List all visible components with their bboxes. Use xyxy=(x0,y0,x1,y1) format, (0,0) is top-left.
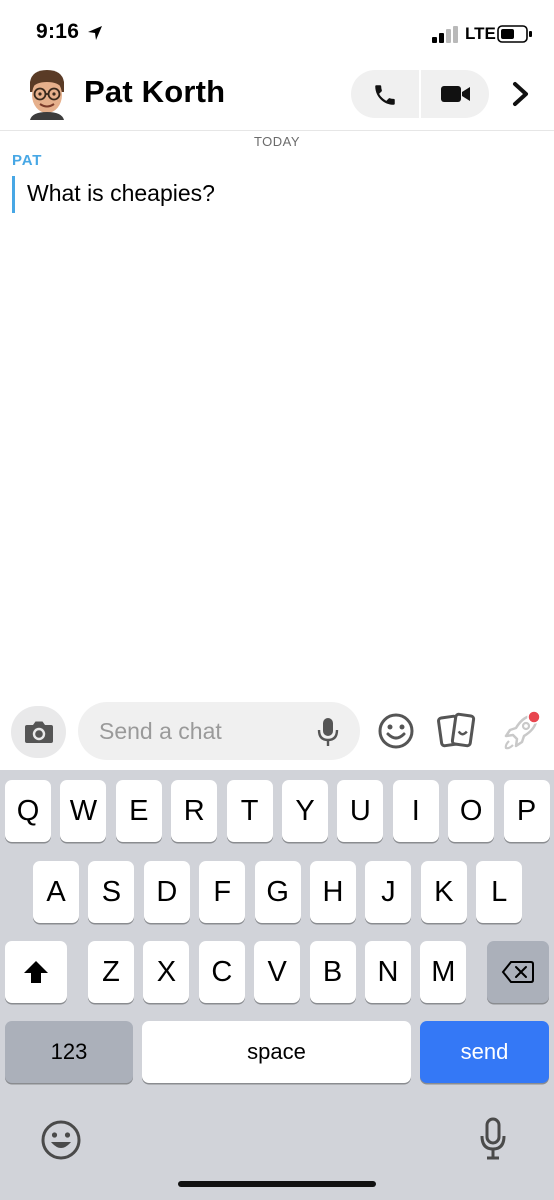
chevron-right-icon[interactable] xyxy=(506,78,536,110)
call-button-group xyxy=(351,70,489,118)
voice-call-button[interactable] xyxy=(351,70,419,118)
phone-icon xyxy=(375,85,395,105)
status-time: 9:16 xyxy=(36,20,80,43)
key-x[interactable]: X xyxy=(143,941,190,1003)
key-i[interactable]: I xyxy=(392,780,439,842)
rocket-icon[interactable] xyxy=(498,708,544,754)
key-q[interactable]: Q xyxy=(5,780,51,842)
key-s[interactable]: S xyxy=(88,861,135,923)
key-b[interactable]: B xyxy=(309,941,356,1003)
chat-input-placeholder: Send a chat xyxy=(99,718,222,744)
video-camera-icon xyxy=(441,86,470,102)
message-accent-bar xyxy=(12,176,15,213)
key-u[interactable]: U xyxy=(337,780,384,842)
key-r[interactable]: R xyxy=(171,780,218,842)
dictation-button[interactable] xyxy=(478,1117,508,1161)
date-divider: TODAY xyxy=(253,134,301,149)
numbers-key[interactable]: 123 xyxy=(5,1021,133,1083)
cards-icon[interactable] xyxy=(436,710,478,752)
key-f[interactable]: F xyxy=(199,861,246,923)
key-l[interactable]: L xyxy=(476,861,523,923)
chat-input[interactable]: Send a chat xyxy=(78,702,360,760)
key-c[interactable]: C xyxy=(198,941,245,1003)
send-key[interactable]: send xyxy=(420,1021,549,1083)
signal-icon xyxy=(432,26,458,43)
status-bar: 9:16 LTE xyxy=(0,0,554,62)
keyboard: Q W E R T Y U I O P A S D F G H J K L Z X C V B N M 123 space send xyxy=(0,770,554,1200)
camera-icon xyxy=(25,721,53,743)
key-d[interactable]: D xyxy=(143,861,190,923)
key-o[interactable]: O xyxy=(448,780,495,842)
key-m[interactable]: M xyxy=(420,941,467,1003)
key-t[interactable]: T xyxy=(226,780,273,842)
avatar[interactable] xyxy=(24,68,70,120)
network-type: LTE xyxy=(465,24,496,43)
key-w[interactable]: W xyxy=(60,780,107,842)
camera-button[interactable] xyxy=(11,706,66,758)
key-v[interactable]: V xyxy=(254,941,301,1003)
key-p[interactable]: P xyxy=(503,780,550,842)
key-z[interactable]: Z xyxy=(88,941,134,1003)
keyboard-emoji-button[interactable] xyxy=(40,1119,82,1161)
shift-key[interactable] xyxy=(5,941,67,1003)
key-n[interactable]: N xyxy=(365,941,411,1003)
message-text[interactable]: What is cheapies? xyxy=(27,180,215,207)
key-h[interactable]: H xyxy=(310,861,356,923)
key-j[interactable]: J xyxy=(365,861,412,923)
shift-icon xyxy=(24,961,48,983)
key-a[interactable]: A xyxy=(33,861,79,923)
chat-input-bar: Send a chat xyxy=(0,694,554,770)
space-key[interactable]: space xyxy=(142,1021,411,1083)
contact-name[interactable]: Pat Korth xyxy=(84,74,225,110)
backspace-key[interactable] xyxy=(487,941,549,1003)
key-g[interactable]: G xyxy=(254,861,301,923)
home-indicator xyxy=(178,1181,376,1187)
key-y[interactable]: Y xyxy=(282,780,328,842)
message-sender: PAT xyxy=(12,152,43,169)
key-e[interactable]: E xyxy=(115,780,162,842)
microphone-icon[interactable] xyxy=(316,716,340,748)
video-call-button[interactable] xyxy=(421,70,489,118)
key-k[interactable]: K xyxy=(420,861,467,923)
backspace-icon xyxy=(501,961,534,983)
chat-header: Pat Korth xyxy=(0,62,554,131)
battery-icon xyxy=(497,25,532,43)
emoji-icon[interactable] xyxy=(377,712,415,750)
location-arrow-icon xyxy=(88,26,102,40)
